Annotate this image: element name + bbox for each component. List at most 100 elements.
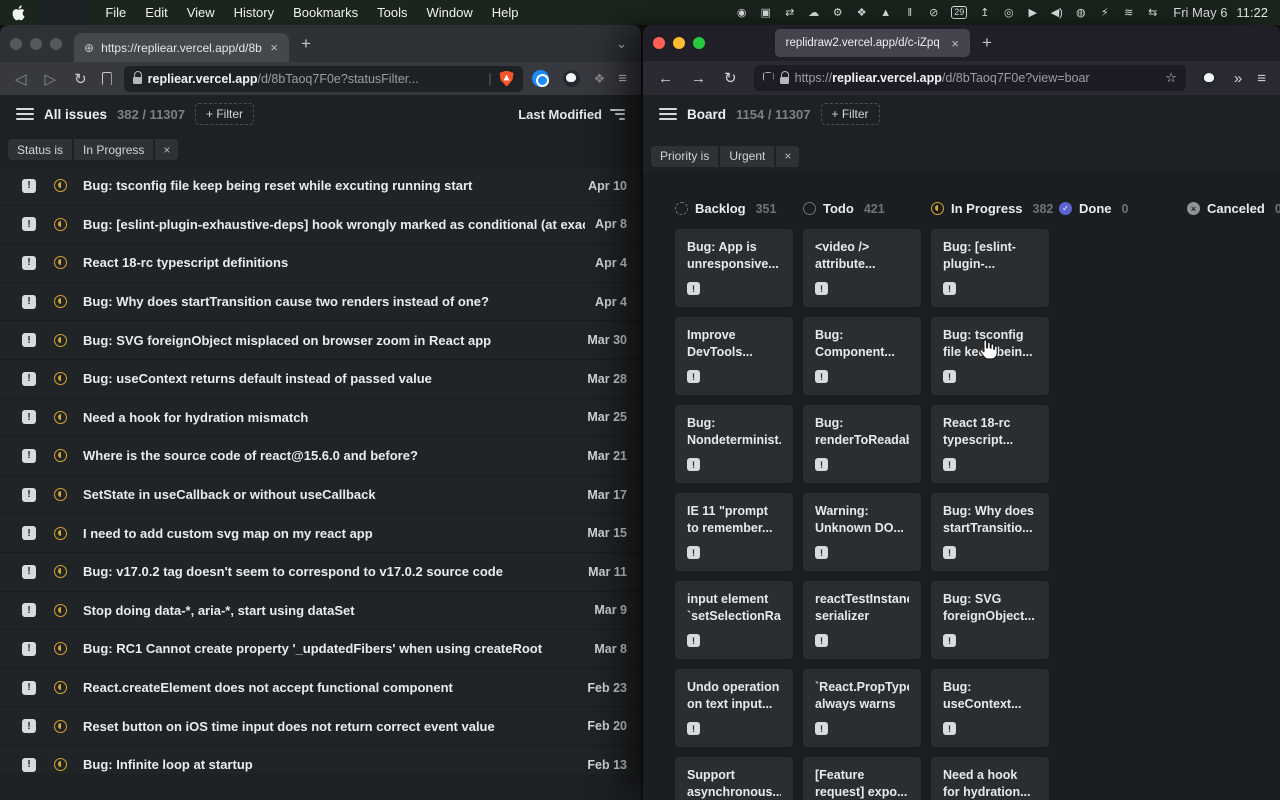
- new-tab-button[interactable]: +: [289, 34, 323, 54]
- issue-row[interactable]: !Bug: tsconfig file keep being reset whi…: [0, 167, 641, 206]
- zoom-window-button[interactable]: [50, 38, 62, 50]
- board-card[interactable]: React 18-rc typescript...!: [931, 405, 1049, 483]
- github-extension-icon[interactable]: [563, 70, 580, 87]
- board-card[interactable]: Undo operation on text input...!: [675, 669, 793, 747]
- sidebar-menu-icon[interactable]: [659, 108, 677, 120]
- board-card[interactable]: Warning: Unknown DO...!: [803, 493, 921, 571]
- bookmark-star-icon[interactable]: ☆: [1165, 70, 1177, 86]
- close-window-button[interactable]: [10, 38, 22, 50]
- board-card[interactable]: Need a hook for hydration...!: [931, 757, 1049, 800]
- add-filter-button[interactable]: + Filter: [821, 103, 880, 125]
- board-card[interactable]: Bug: Nondeterminist.!: [675, 405, 793, 483]
- menu-bookmarks[interactable]: Bookmarks: [293, 5, 358, 20]
- new-tab-button[interactable]: +: [970, 33, 1004, 53]
- window-manager-icon[interactable]: ‖: [903, 7, 916, 19]
- browser-menu-icon[interactable]: ≡: [618, 70, 627, 87]
- right-url-bar[interactable]: https://repliear.vercel.app/d/8bTaoq7F0e…: [754, 65, 1186, 91]
- board-card[interactable]: input element `setSelectionRa!: [675, 581, 793, 659]
- issue-row[interactable]: !Bug: v17.0.2 tag doesn't seem to corres…: [0, 553, 641, 592]
- reload-button[interactable]: ↻: [717, 69, 744, 87]
- board-card[interactable]: Support asynchronous...!: [675, 757, 793, 800]
- board-card[interactable]: IE 11 "prompt to remember...!: [675, 493, 793, 571]
- play-icon[interactable]: ▶: [1026, 6, 1039, 19]
- tab-close-icon[interactable]: ×: [269, 40, 279, 55]
- sync-icon[interactable]: ⇄: [783, 6, 796, 19]
- do-not-disturb-icon[interactable]: ⊘: [927, 6, 940, 19]
- menu-help[interactable]: Help: [492, 5, 519, 20]
- zoom-window-button[interactable]: [693, 37, 705, 49]
- board-card[interactable]: Improve DevTools...!: [675, 317, 793, 395]
- board-card[interactable]: Bug: App is unresponsive...!: [675, 229, 793, 307]
- board-card[interactable]: [Feature request] expo...!: [803, 757, 921, 800]
- menu-file[interactable]: File: [105, 5, 126, 20]
- board-card[interactable]: reactTestInstance serializer!: [803, 581, 921, 659]
- record-icon[interactable]: ◉: [735, 6, 748, 19]
- reload-button[interactable]: ↻: [67, 70, 94, 88]
- board-card[interactable]: <video /> attribute...!: [803, 229, 921, 307]
- upload-icon[interactable]: ↥: [978, 6, 991, 19]
- board-card[interactable]: Bug: [eslint-plugin-...!: [931, 229, 1049, 307]
- remove-filter-icon[interactable]: ×: [776, 146, 799, 167]
- minimize-window-button[interactable]: [673, 37, 685, 49]
- battery-icon[interactable]: ⚡: [1098, 6, 1111, 19]
- github-extension-icon[interactable]: [1201, 70, 1218, 87]
- sidebar-menu-icon[interactable]: [16, 108, 34, 120]
- remove-filter-icon[interactable]: ×: [155, 139, 178, 160]
- cloud-icon[interactable]: ☁: [807, 6, 820, 19]
- calendar-icon[interactable]: 29: [951, 6, 967, 19]
- dropbox-icon[interactable]: ❖: [855, 6, 868, 19]
- bookmark-icon[interactable]: [102, 72, 112, 85]
- menu-view[interactable]: View: [187, 5, 215, 20]
- issue-row[interactable]: !Bug: useContext returns default instead…: [0, 360, 641, 399]
- issue-row[interactable]: !Stop doing data-*, aria-*, start using …: [0, 592, 641, 631]
- left-url-bar[interactable]: repliear.vercel.app/d/8bTaoq7F0e?statusF…: [124, 66, 523, 92]
- issue-row[interactable]: !SetState in useCallback or without useC…: [0, 476, 641, 515]
- board-card[interactable]: Bug: renderToReadab!: [803, 405, 921, 483]
- board-card[interactable]: Bug: Why does startTransitio...!: [931, 493, 1049, 571]
- left-browser-tab[interactable]: ⊕ https://repliear.vercel.app/d/8b ×: [74, 33, 289, 62]
- timer-icon[interactable]: ◎: [1002, 6, 1015, 19]
- filter-value[interactable]: Urgent: [720, 146, 774, 167]
- minimize-window-button[interactable]: [30, 38, 42, 50]
- docker-icon[interactable]: ⚙: [831, 6, 844, 19]
- menubar-clock[interactable]: Fri May 611:22: [1173, 5, 1268, 20]
- issue-row[interactable]: !Reset button on iOS time input does not…: [0, 707, 641, 746]
- board-card[interactable]: Bug: Component...!: [803, 317, 921, 395]
- forward-button[interactable]: →: [684, 70, 713, 87]
- close-window-button[interactable]: [653, 37, 665, 49]
- issue-row[interactable]: !Need a hook for hydration mismatchMar 2…: [0, 399, 641, 438]
- issue-row[interactable]: !React.createElement does not accept fun…: [0, 669, 641, 708]
- filter-value[interactable]: In Progress: [74, 139, 153, 160]
- board-card[interactable]: `React.PropTypes always warns ab!: [803, 669, 921, 747]
- tracking-protection-shield-icon[interactable]: [763, 72, 774, 85]
- issue-row[interactable]: !Bug: SVG foreignObject misplaced on bro…: [0, 321, 641, 360]
- back-button[interactable]: ←: [651, 70, 680, 87]
- issue-row[interactable]: !Bug: RC1 Cannot create property '_updat…: [0, 630, 641, 669]
- menu-tools[interactable]: Tools: [377, 5, 407, 20]
- back-button[interactable]: ◁: [8, 70, 34, 88]
- menu-history[interactable]: History: [234, 5, 274, 20]
- apple-menu-icon[interactable]: [12, 5, 27, 20]
- tab-close-icon[interactable]: ×: [950, 36, 960, 51]
- brave-shield-icon[interactable]: [500, 71, 514, 87]
- issue-row[interactable]: !Bug: Why does startTransition cause two…: [0, 283, 641, 322]
- add-filter-button[interactable]: + Filter: [195, 103, 254, 125]
- toolbar-overflow-icon[interactable]: »: [1227, 70, 1249, 87]
- board-card[interactable]: Bug: useContext...!: [931, 669, 1049, 747]
- extensions-puzzle-icon[interactable]: ❖: [594, 71, 606, 87]
- board-card[interactable]: Bug: SVG foreignObject...!: [931, 581, 1049, 659]
- wifi-icon[interactable]: ≋: [1122, 6, 1135, 19]
- issue-row[interactable]: !Bug: [eslint-plugin-exhaustive-deps] ho…: [0, 206, 641, 245]
- menu-window[interactable]: Window: [427, 5, 473, 20]
- issue-row[interactable]: !I need to add custom svg map on my reac…: [0, 514, 641, 553]
- assistant-icon[interactable]: ◍: [1074, 6, 1087, 19]
- right-browser-tab[interactable]: replidraw2.vercel.app/d/c-iZpq ×: [775, 29, 970, 57]
- forward-button[interactable]: ▷: [38, 70, 64, 88]
- user-switch-icon[interactable]: ⇆: [1146, 6, 1159, 19]
- browser-menu-icon[interactable]: ≡: [1257, 70, 1266, 87]
- onepassword-extension-icon[interactable]: [532, 70, 549, 87]
- launcher-icon[interactable]: ▲: [879, 7, 892, 19]
- screen-share-icon[interactable]: ▣: [759, 6, 772, 19]
- tab-list-chevron-icon[interactable]: ⌄: [616, 36, 627, 52]
- menu-edit[interactable]: Edit: [145, 5, 167, 20]
